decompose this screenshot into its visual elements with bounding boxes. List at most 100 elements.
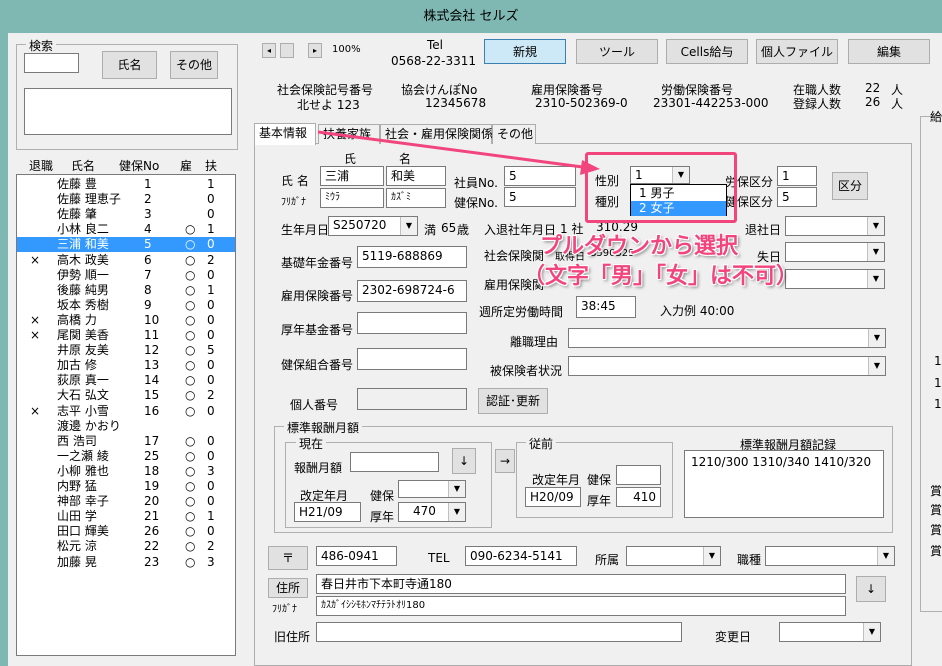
houshu-input[interactable]	[350, 452, 439, 472]
konen-grade-select[interactable]: 470 ▼	[398, 502, 466, 522]
staff-row[interactable]: 荻原 真一 14 ○ 0	[17, 373, 235, 388]
nav-last-button[interactable]: ▸	[308, 43, 322, 58]
mei-kana-input[interactable]: ｶｽﾞﾐ	[386, 188, 446, 208]
kosei-input[interactable]	[357, 312, 467, 334]
staff-row[interactable]: × 尾関 美香 11 ○ 0	[17, 328, 235, 343]
gender-option-female[interactable]: 2 女子	[631, 201, 726, 216]
chevron-down-icon[interactable]: ▼	[448, 503, 465, 521]
kenpo2-input[interactable]	[616, 465, 661, 485]
tool-button[interactable]: ツール	[576, 39, 658, 64]
staff-row[interactable]: 一之瀬 綾 25 ○ 0	[17, 449, 235, 464]
kenpo-grade-select[interactable]: ▼	[398, 480, 466, 498]
staff-row[interactable]: 佐藤 理恵子 2 0	[17, 192, 235, 207]
shozoku-select[interactable]: ▼	[626, 546, 721, 566]
chevron-down-icon[interactable]: ▼	[400, 217, 417, 235]
staff-row[interactable]: × 高木 政美 6 ○ 2	[17, 253, 235, 268]
chevron-down-icon[interactable]: ▼	[448, 481, 465, 497]
staff-row[interactable]: 神部 幸子 20 ○ 0	[17, 494, 235, 509]
staff-row[interactable]: 後藤 純男 8 ○ 1	[17, 283, 235, 298]
kenpo-kumiai-input[interactable]	[357, 348, 467, 370]
staff-row[interactable]: × 高橋 力 10 ○ 0	[17, 313, 235, 328]
staff-row[interactable]: × 志平 小雪 16 ○ 0	[17, 404, 235, 419]
address-button[interactable]: 住所	[268, 578, 308, 598]
hihoken-select[interactable]: ▼	[568, 356, 886, 376]
shotei-input[interactable]: 38:45	[576, 296, 636, 318]
staff-row[interactable]: 田口 輝美 26 ○ 0	[17, 524, 235, 539]
staff-row[interactable]: 井原 友美 12 ○ 5	[17, 343, 235, 358]
chevron-down-icon[interactable]: ▼	[868, 357, 885, 375]
chevron-down-icon[interactable]: ▼	[868, 329, 885, 347]
staff-row[interactable]: 内野 猛 19 ○ 0	[17, 479, 235, 494]
kaitei-input[interactable]: H21/09	[294, 502, 361, 522]
rodo-kubun-input[interactable]: 1	[777, 166, 817, 186]
taishabi-select[interactable]: ▼	[785, 216, 885, 236]
postal-button[interactable]: 〒	[268, 546, 308, 570]
henko-select[interactable]: ▼	[779, 622, 881, 642]
kyu-jusho-input[interactable]	[316, 622, 682, 642]
search-other-button[interactable]: その他	[170, 51, 218, 79]
staff-row[interactable]: 小柳 雅也 18 ○ 3	[17, 464, 235, 479]
tab-basic-info[interactable]: 基本情報	[254, 123, 316, 145]
koyo-kan-select[interactable]: ▼	[785, 269, 885, 289]
staff-row[interactable]: 三浦 和美 5 ○ 0	[17, 237, 235, 253]
address-down-button[interactable]: ↓	[856, 576, 886, 602]
staff-row[interactable]: 小林 良二 4 ○ 1	[17, 222, 235, 237]
nav-first-button[interactable]: ◂	[262, 43, 276, 58]
edit-button[interactable]: 編集	[848, 39, 930, 64]
address-kana-input[interactable]: ｶｽｶﾞｲｼｼﾓﾎﾝﾏﾁﾃﾗﾄｵﾘ180	[316, 596, 846, 616]
staff-row[interactable]: 渡邊 かおり	[17, 419, 235, 434]
search-input[interactable]	[24, 53, 79, 73]
chevron-down-icon[interactable]: ▼	[863, 623, 880, 641]
search-result-box[interactable]	[24, 88, 232, 135]
chevron-down-icon[interactable]: ▼	[703, 547, 720, 565]
search-name-button[interactable]: 氏名	[102, 51, 157, 79]
staff-row[interactable]: 佐藤 肇 3 0	[17, 207, 235, 222]
tab-other[interactable]: その他	[492, 124, 536, 144]
kiso-input[interactable]: 5119-688869	[357, 246, 467, 268]
staff-list[interactable]: 佐藤 豊 1 1 佐藤 理恵子 2 0 佐藤 肇 3 0 小林 良二 4 ○ 1 三浦 和美 5 ○ 0 × 高木 …	[16, 174, 236, 656]
staff-row[interactable]: 伊勢 順一 7 ○ 0	[17, 268, 235, 283]
tab-dependents[interactable]: 扶養家族	[318, 124, 380, 144]
chevron-down-icon[interactable]: ▼	[867, 270, 884, 288]
chevron-down-icon[interactable]: ▼	[867, 217, 884, 235]
kaitei2-input[interactable]: H20/09	[525, 487, 581, 507]
rishoku-select[interactable]: ▼	[568, 328, 886, 348]
konen2-input[interactable]: 410	[616, 487, 661, 507]
koyohoken-input[interactable]: 2302-698724-6	[357, 280, 467, 302]
tab-insurance[interactable]: 社会・雇用保険関係	[380, 124, 493, 144]
nav-slider[interactable]	[280, 43, 294, 58]
personal-file-button[interactable]: 個人ファイル	[756, 39, 838, 64]
current-group-title: 現在	[296, 435, 327, 452]
staff-row[interactable]: 山田 学 21 ○ 1	[17, 509, 235, 524]
staff-row[interactable]: 加藤 晃 23 ○ 3	[17, 555, 235, 570]
houshu-down-button[interactable]: ↓	[452, 448, 476, 474]
chevron-down-icon[interactable]: ▼	[867, 243, 884, 261]
shokushu-select[interactable]: ▼	[765, 546, 895, 566]
sei-kana-input[interactable]: ﾐｳﾗ	[320, 188, 384, 208]
staff-row[interactable]: 坂本 秀樹 9 ○ 0	[17, 298, 235, 313]
soshitsu-select[interactable]: ▼	[785, 242, 885, 262]
staff-row[interactable]: 大石 弘文 15 ○ 2	[17, 388, 235, 403]
gender-dropdown-list[interactable]: 1 男子 2 女子	[630, 184, 727, 216]
kenpo-kubun-input[interactable]: 5	[777, 187, 817, 207]
new-button[interactable]: 新規	[484, 39, 566, 64]
gender-option-male[interactable]: 1 男子	[631, 186, 726, 201]
mei-input[interactable]: 和美	[386, 166, 446, 186]
postal-input[interactable]: 486-0941	[316, 546, 397, 566]
staff-row[interactable]: 加古 修 13 ○ 0	[17, 358, 235, 373]
kubun-button[interactable]: 区分	[832, 172, 868, 200]
record-list[interactable]: 1210/300 1310/340 1410/320	[684, 450, 884, 518]
kenpo-no-input[interactable]: 5	[504, 187, 576, 207]
tel-input[interactable]: 090-6234-5141	[465, 546, 577, 566]
cells-salary-button[interactable]: Cells給与	[666, 39, 748, 64]
copy-to-previous-button[interactable]: →	[495, 449, 515, 473]
shain-no-input[interactable]: 5	[504, 166, 576, 186]
sei-input[interactable]: 三浦	[320, 166, 384, 186]
address-input[interactable]: 春日井市下本町寺通180	[316, 574, 846, 594]
staff-row[interactable]: 佐藤 豊 1 1	[17, 177, 235, 192]
staff-row[interactable]: 松元 涼 22 ○ 2	[17, 539, 235, 554]
birth-select[interactable]: S250720 ▼	[328, 216, 418, 236]
chevron-down-icon[interactable]: ▼	[877, 547, 894, 565]
ninsho-button[interactable]: 認証･更新	[478, 388, 548, 414]
staff-row[interactable]: 西 浩司 17 ○ 0	[17, 434, 235, 449]
